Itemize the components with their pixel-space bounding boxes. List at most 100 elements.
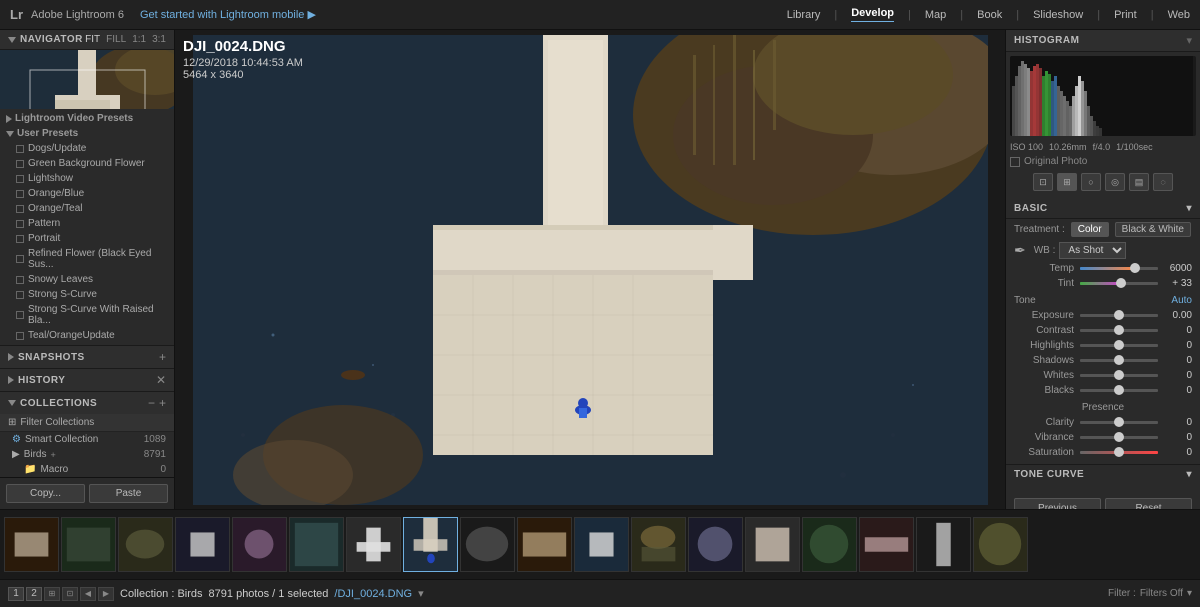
- shadows-thumb[interactable]: [1114, 355, 1124, 365]
- preset-item-3[interactable]: Lightshow: [0, 171, 174, 186]
- nav-tab-1-1[interactable]: 1:1: [132, 34, 146, 45]
- navigator-tabs[interactable]: FIT FILL 1:1 3:1: [85, 34, 166, 45]
- filter-dropdown-icon[interactable]: ▾: [1187, 588, 1192, 599]
- filmstrip-thumb-14[interactable]: [745, 517, 800, 572]
- next-nav-icon[interactable]: ▶: [98, 587, 114, 601]
- filmstrip-thumb-6[interactable]: [289, 517, 344, 572]
- highlights-slider[interactable]: [1080, 344, 1158, 347]
- previous-button[interactable]: Previous: [1014, 498, 1101, 509]
- filmstrip-thumb-9[interactable]: [460, 517, 515, 572]
- reset-button[interactable]: Reset: [1105, 498, 1192, 509]
- status-dropdown-icon[interactable]: ▾: [418, 587, 424, 600]
- view-mode-spot[interactable]: ○: [1081, 173, 1101, 191]
- bw-button[interactable]: Black & White: [1115, 222, 1191, 237]
- preset-item-1[interactable]: Dogs/Update: [0, 141, 174, 156]
- nav-tab-fit[interactable]: FIT: [85, 34, 100, 45]
- clarity-thumb[interactable]: [1114, 417, 1124, 427]
- view-mode-crop[interactable]: ⊞: [1057, 173, 1077, 191]
- filmstrip-thumb-4[interactable]: [175, 517, 230, 572]
- preset-item-6[interactable]: Pattern: [0, 216, 174, 231]
- filmstrip-thumb-13[interactable]: [688, 517, 743, 572]
- saturation-slider[interactable]: [1080, 451, 1158, 454]
- view-mode-radial[interactable]: ◌: [1153, 173, 1173, 191]
- saturation-thumb[interactable]: [1114, 447, 1124, 457]
- nav-web[interactable]: Web: [1168, 9, 1190, 21]
- contrast-thumb[interactable]: [1114, 325, 1124, 335]
- filmstrip-thumb-11[interactable]: [574, 517, 629, 572]
- nav-develop[interactable]: Develop: [851, 7, 894, 22]
- copy-button[interactable]: Copy...: [6, 484, 85, 503]
- temp-thumb[interactable]: [1130, 263, 1140, 273]
- filmstrip-thumb-16[interactable]: [859, 517, 914, 572]
- clarity-slider[interactable]: [1080, 421, 1158, 424]
- exposure-slider[interactable]: [1080, 314, 1158, 317]
- filmstrip-thumb-5[interactable]: [232, 517, 287, 572]
- blacks-thumb[interactable]: [1114, 385, 1124, 395]
- paste-button[interactable]: Paste: [89, 484, 168, 503]
- preset-item-2[interactable]: Green Background Flower: [0, 156, 174, 171]
- shadows-slider[interactable]: [1080, 359, 1158, 362]
- filmstrip-thumb-7[interactable]: [346, 517, 401, 572]
- filmstrip-thumb-2[interactable]: [61, 517, 116, 572]
- nav-tab-fill[interactable]: FILL: [106, 34, 126, 45]
- filmstrip-thumb-1[interactable]: [4, 517, 59, 572]
- snapshots-add-icon[interactable]: +: [159, 350, 166, 364]
- preset-item-7[interactable]: Portrait: [0, 231, 174, 246]
- filmstrip-thumb-8[interactable]: [403, 517, 458, 572]
- smart-collection-item[interactable]: ⚙ Smart Collection 1089: [0, 432, 174, 447]
- filmstrip-thumb-15[interactable]: [802, 517, 857, 572]
- collections-header[interactable]: Collections − +: [0, 391, 174, 414]
- tone-auto[interactable]: Auto: [1171, 295, 1192, 306]
- preset-item-10[interactable]: Strong S-Curve: [0, 287, 174, 302]
- original-photo-checkbox[interactable]: [1010, 157, 1020, 167]
- video-presets-group[interactable]: Lightroom Video Presets: [0, 111, 174, 126]
- nav-map[interactable]: Map: [925, 9, 946, 21]
- highlights-thumb[interactable]: [1114, 340, 1124, 350]
- collections-add-icon[interactable]: +: [159, 396, 166, 410]
- view-icon-1[interactable]: 1: [8, 587, 24, 601]
- eyedropper-icon[interactable]: ✒: [1014, 242, 1026, 259]
- tint-thumb[interactable]: [1116, 278, 1126, 288]
- view-mode-gradient[interactable]: ▤: [1129, 173, 1149, 191]
- filmstrip-thumb-17[interactable]: [916, 517, 971, 572]
- vibrance-slider[interactable]: [1080, 436, 1158, 439]
- filmstrip-thumb-3[interactable]: [118, 517, 173, 572]
- preset-item-12[interactable]: Teal/OrangeUpdate: [0, 328, 174, 343]
- tint-slider[interactable]: [1080, 282, 1158, 285]
- preset-item-4[interactable]: Orange/Blue: [0, 186, 174, 201]
- preset-item-11[interactable]: Strong S-Curve With Raised Bla...: [0, 302, 174, 328]
- whites-slider[interactable]: [1080, 374, 1158, 377]
- photo-area[interactable]: DJI_0024.DNG 12/29/2018 10:44:53 AM 5464…: [175, 30, 1005, 509]
- basic-panel-header[interactable]: Basic ▾: [1006, 199, 1200, 219]
- birds-collection-item[interactable]: ▶ Birds + 8791: [0, 447, 174, 462]
- user-presets-group[interactable]: User Presets: [0, 126, 174, 141]
- view-icon-2[interactable]: 2: [26, 587, 42, 601]
- collections-icons[interactable]: − +: [148, 396, 166, 410]
- exposure-thumb[interactable]: [1114, 310, 1124, 320]
- filter-collections-bar[interactable]: ⊞ Filter Collections: [0, 414, 174, 432]
- vibrance-thumb[interactable]: [1114, 432, 1124, 442]
- navigator-thumbnail[interactable]: [0, 50, 174, 109]
- color-button[interactable]: Color: [1071, 222, 1109, 237]
- temp-slider[interactable]: [1080, 267, 1158, 270]
- nav-print[interactable]: Print: [1114, 9, 1137, 21]
- history-header[interactable]: History ✕: [0, 368, 174, 391]
- nav-slideshow[interactable]: Slideshow: [1033, 9, 1083, 21]
- preset-item-9[interactable]: Snowy Leaves: [0, 272, 174, 287]
- filmstrip-thumb-18[interactable]: [973, 517, 1028, 572]
- filmstrip-thumb-12[interactable]: [631, 517, 686, 572]
- loupe-view-icon[interactable]: ⊡: [62, 587, 78, 601]
- navigator-header[interactable]: Navigator FIT FILL 1:1 3:1: [0, 30, 174, 50]
- nav-book[interactable]: Book: [977, 9, 1002, 21]
- view-mode-redeye[interactable]: ◎: [1105, 173, 1125, 191]
- macro-collection-item[interactable]: 📁 Macro 0: [0, 462, 174, 477]
- filmstrip-thumb-10[interactable]: [517, 517, 572, 572]
- whites-thumb[interactable]: [1114, 370, 1124, 380]
- collections-remove-icon[interactable]: −: [148, 396, 155, 410]
- snapshots-header[interactable]: Snapshots +: [0, 345, 174, 368]
- tone-curve-header[interactable]: Tone Curve ▾: [1006, 464, 1200, 484]
- view-mode-loupe[interactable]: ⊡: [1033, 173, 1053, 191]
- prev-nav-icon[interactable]: ◀: [80, 587, 96, 601]
- wb-select[interactable]: As Shot Auto Daylight Cloudy Custom: [1059, 242, 1126, 259]
- contrast-slider[interactable]: [1080, 329, 1158, 332]
